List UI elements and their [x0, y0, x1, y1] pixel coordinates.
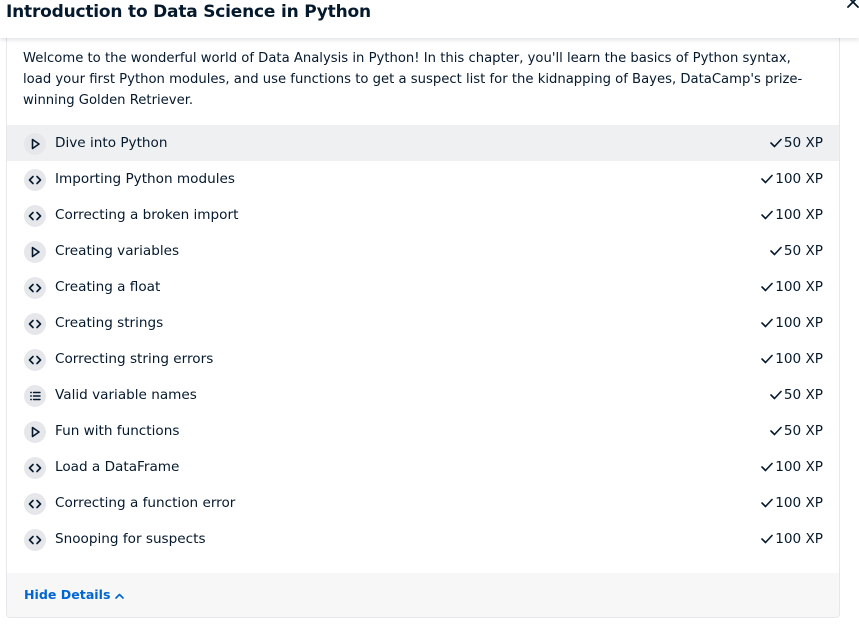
- exercise-label: Creating a float: [55, 279, 161, 295]
- exercise-list: Dive into Python 50 XP Importing Python mo…: [7, 125, 839, 557]
- exercise-xp: 100 XP: [761, 350, 823, 368]
- xp-value: 100 XP: [775, 207, 823, 223]
- exercise-item[interactable]: Creating variables 50 XP: [7, 233, 839, 269]
- chevron-up-icon: [115, 593, 125, 599]
- chapter-description: Welcome to the wonderful world of Data A…: [23, 51, 803, 108]
- play-icon: [24, 133, 46, 155]
- code-icon: [24, 313, 46, 335]
- xp-value: 100 XP: [775, 315, 823, 331]
- exercise-label: Load a DataFrame: [55, 459, 180, 475]
- exercise-item[interactable]: Load a DataFrame 100 XP: [7, 449, 839, 485]
- check-icon: [761, 210, 774, 220]
- xp-value: 50 XP: [783, 423, 823, 439]
- exercise-xp: 100 XP: [761, 170, 823, 188]
- exercise-xp: 50 XP: [770, 242, 823, 260]
- code-icon: [24, 493, 46, 515]
- check-icon: [761, 354, 774, 364]
- exercise-label: Fun with functions: [55, 423, 180, 439]
- code-icon: [24, 457, 46, 479]
- exercise-xp: 50 XP: [770, 422, 823, 440]
- exercise-item[interactable]: Fun with functions 50 XP: [7, 413, 839, 449]
- check-icon: [761, 498, 774, 508]
- check-icon: [761, 318, 774, 328]
- exercise-label: Creating variables: [55, 243, 180, 259]
- exercise-item[interactable]: Creating a float 100 XP: [7, 269, 839, 305]
- xp-value: 100 XP: [775, 531, 823, 547]
- check-icon: [770, 246, 782, 256]
- list-icon: [24, 385, 46, 407]
- exercise-xp: 100 XP: [761, 314, 823, 332]
- exercise-xp: 100 XP: [761, 494, 823, 512]
- exercise-item[interactable]: Valid variable names 50 XP: [7, 377, 839, 413]
- xp-value: 50 XP: [783, 135, 823, 151]
- close-icon[interactable]: [846, 0, 859, 8]
- xp-value: 100 XP: [775, 495, 823, 511]
- code-icon: [24, 529, 46, 551]
- exercise-item[interactable]: Correcting a function error 100 XP: [7, 485, 839, 521]
- code-icon: [24, 169, 46, 191]
- exercise-label: Valid variable names: [55, 387, 197, 403]
- course-title: Introduction to Data Science in Python: [6, 2, 371, 22]
- check-icon: [761, 174, 774, 184]
- xp-value: 100 XP: [775, 351, 823, 367]
- check-icon: [770, 138, 782, 148]
- exercise-label: Correcting string errors: [55, 351, 214, 367]
- exercise-xp: 100 XP: [761, 458, 823, 476]
- exercise-item[interactable]: Snooping for suspects 100 XP: [7, 521, 839, 557]
- exercise-xp: 100 XP: [761, 278, 823, 296]
- check-icon: [770, 390, 782, 400]
- xp-value: 50 XP: [783, 243, 823, 259]
- exercise-label: Creating strings: [55, 315, 164, 331]
- exercise-item[interactable]: Correcting string errors 100 XP: [7, 341, 839, 377]
- exercise-xp: 100 XP: [761, 206, 823, 224]
- course-header: Introduction to Data Science in Python: [0, 0, 859, 38]
- hide-details-label: Hide Details: [24, 587, 111, 602]
- code-icon: [24, 349, 46, 371]
- chapter-card: Welcome to the wonderful world of Data A…: [6, 38, 840, 618]
- code-icon: [24, 205, 46, 227]
- exercise-item[interactable]: Correcting a broken import 100 XP: [7, 197, 839, 233]
- exercise-label: Correcting a broken import: [55, 207, 239, 223]
- check-icon: [761, 534, 774, 544]
- exercise-item[interactable]: Importing Python modules 100 XP: [7, 161, 839, 197]
- play-icon: [24, 421, 46, 443]
- exercise-item[interactable]: Dive into Python 50 XP: [7, 125, 839, 161]
- xp-value: 100 XP: [775, 279, 823, 295]
- check-icon: [770, 426, 782, 436]
- card-footer: Hide Details: [7, 573, 839, 617]
- play-icon: [24, 241, 46, 263]
- exercise-label: Importing Python modules: [55, 171, 235, 187]
- exercise-label: Snooping for suspects: [55, 531, 206, 547]
- check-icon: [761, 282, 774, 292]
- exercise-item[interactable]: Creating strings 100 XP: [7, 305, 839, 341]
- check-icon: [761, 462, 774, 472]
- xp-value: 100 XP: [775, 171, 823, 187]
- xp-value: 100 XP: [775, 459, 823, 475]
- exercise-label: Dive into Python: [55, 135, 168, 151]
- exercise-label: Correcting a function error: [55, 495, 236, 511]
- xp-value: 50 XP: [783, 387, 823, 403]
- exercise-xp: 50 XP: [770, 386, 823, 404]
- exercise-xp: 50 XP: [770, 134, 823, 152]
- hide-details-button[interactable]: Hide Details: [24, 587, 125, 603]
- code-icon: [24, 277, 46, 299]
- exercise-xp: 100 XP: [761, 530, 823, 548]
